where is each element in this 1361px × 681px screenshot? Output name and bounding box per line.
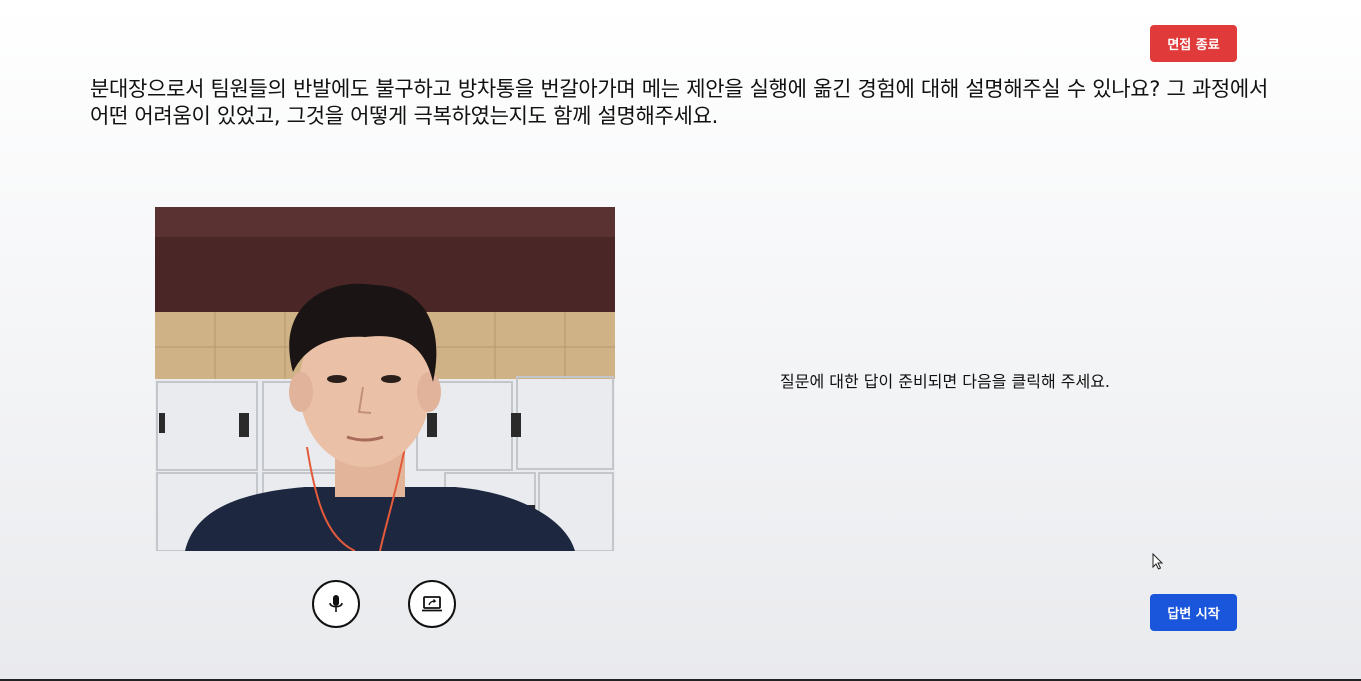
end-interview-button[interactable]: 면접 종료 bbox=[1150, 25, 1237, 62]
instruction-text: 질문에 대한 답이 준비되면 다음을 클릭해 주세요. bbox=[780, 372, 1111, 391]
mouse-cursor-icon bbox=[1152, 553, 1164, 570]
webcam-feed-image bbox=[155, 207, 615, 551]
screen-share-icon bbox=[422, 596, 442, 612]
microphone-button[interactable] bbox=[312, 580, 360, 628]
interview-question: 분대장으로서 팀원들의 반발에도 불구하고 방차통을 번갈아가며 메는 제안을 … bbox=[90, 77, 1268, 128]
start-answer-button[interactable]: 답변 시작 bbox=[1150, 594, 1237, 631]
screen-share-button[interactable] bbox=[408, 580, 456, 628]
microphone-icon bbox=[329, 595, 343, 612]
webcam-video bbox=[155, 207, 615, 551]
